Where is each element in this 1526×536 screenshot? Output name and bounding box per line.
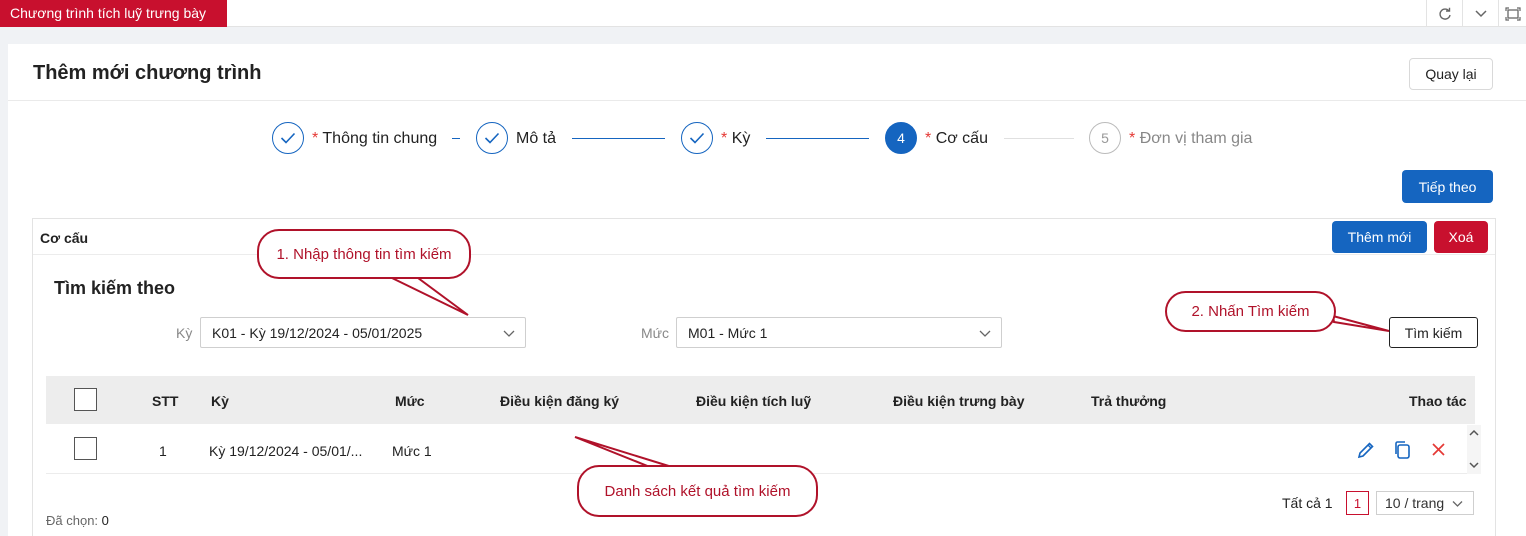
callout-search-button: 2. Nhấn Tìm kiếm	[1165, 291, 1336, 332]
callout-2-pointer	[1331, 314, 1390, 332]
callout-pointers	[391, 277, 1390, 468]
callout-1-pointer	[391, 277, 469, 316]
callout-search-input: 1. Nhập thông tin tìm kiếm	[257, 229, 471, 279]
callout-3-pointer	[574, 436, 673, 468]
callout-result-list: Danh sách kết quả tìm kiếm	[577, 465, 818, 517]
